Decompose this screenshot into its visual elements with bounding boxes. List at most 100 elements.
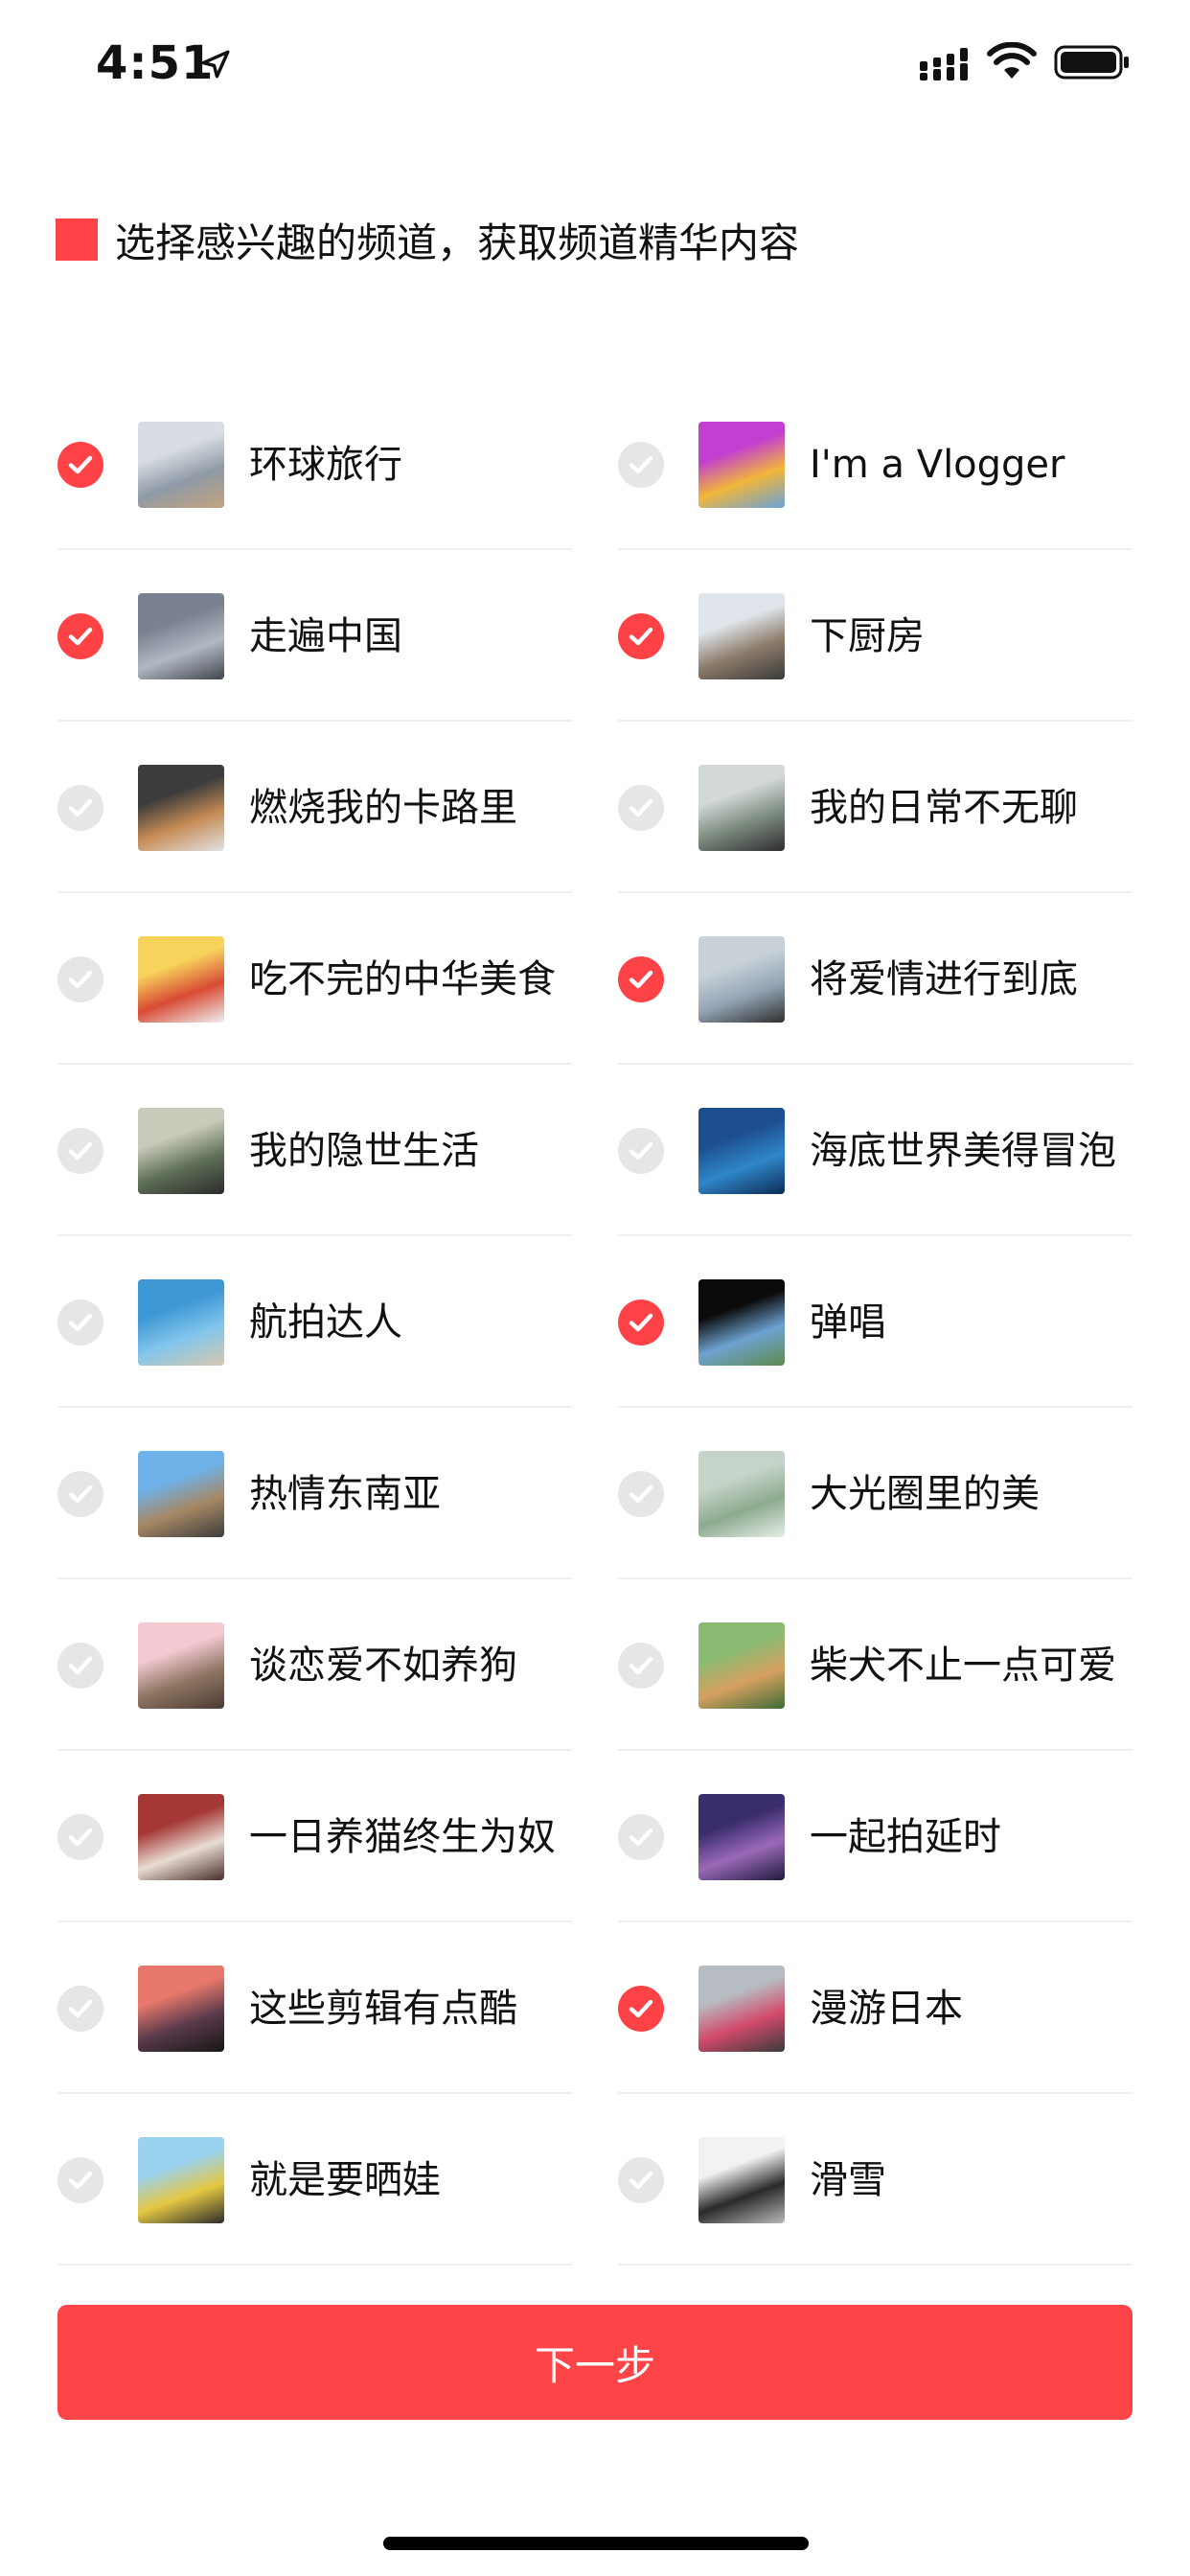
status-bar: 4:51: [0, 0, 1190, 134]
channel-item[interactable]: 一起拍延时: [618, 1751, 1133, 1922]
channel-item[interactable]: 漫游日本: [618, 1922, 1133, 2094]
channel-label: 谈恋爱不如养狗: [249, 1644, 517, 1688]
unchecked-circle-icon[interactable]: [57, 1300, 103, 1346]
channel-item[interactable]: 滑雪: [618, 2094, 1133, 2266]
checked-circle-icon[interactable]: [618, 956, 664, 1002]
channel-thumbnail: [138, 936, 224, 1023]
checked-circle-icon[interactable]: [618, 613, 664, 659]
channel-thumbnail: [698, 1451, 785, 1537]
channel-item[interactable]: 环球旅行: [57, 379, 572, 550]
channel-label: 我的隐世生活: [249, 1129, 479, 1173]
page-title-text: 选择感兴趣的频道，获取频道精华内容: [115, 218, 800, 266]
channel-label: 滑雪: [810, 2158, 886, 2202]
page-title: 选择感兴趣的频道，获取频道精华内容: [56, 215, 799, 266]
channel-label: 大光圈里的美: [810, 1472, 1040, 1516]
channel-thumbnail: [138, 1622, 224, 1709]
channel-thumbnail: [698, 936, 785, 1023]
unchecked-circle-icon[interactable]: [57, 956, 103, 1002]
unchecked-circle-icon[interactable]: [57, 1128, 103, 1174]
unchecked-circle-icon[interactable]: [57, 1643, 103, 1689]
channel-item[interactable]: 吃不完的中华美食: [57, 893, 572, 1065]
channel-label: 漫游日本: [810, 1987, 963, 2031]
channel-label: 吃不完的中华美食: [249, 957, 556, 1001]
unchecked-circle-icon[interactable]: [618, 1814, 664, 1860]
channel-label: 热情东南亚: [249, 1472, 441, 1516]
channel-item[interactable]: 我的隐世生活: [57, 1065, 572, 1236]
unchecked-circle-icon[interactable]: [57, 1814, 103, 1860]
unchecked-circle-icon[interactable]: [618, 1643, 664, 1689]
channel-thumbnail: [698, 1622, 785, 1709]
wifi-icon: [987, 42, 1037, 79]
channel-label: 环球旅行: [249, 443, 402, 487]
title-accent-square: [56, 218, 98, 261]
channel-label: 航拍达人: [249, 1300, 402, 1345]
channel-item[interactable]: 谈恋爱不如养狗: [57, 1579, 572, 1751]
channel-item[interactable]: 柴犬不止一点可爱: [618, 1579, 1133, 1751]
channel-item[interactable]: 我的日常不无聊: [618, 722, 1133, 893]
channel-label: 弹唱: [810, 1300, 886, 1345]
channel-item[interactable]: 弹唱: [618, 1236, 1133, 1408]
next-button[interactable]: 下一步: [57, 2305, 1133, 2420]
channel-item[interactable]: 将爱情进行到底: [618, 893, 1133, 1065]
channel-label: 海底世界美得冒泡: [810, 1129, 1116, 1173]
channel-item[interactable]: 一日养猫终生为奴: [57, 1751, 572, 1922]
channel-thumbnail: [138, 765, 224, 851]
channel-thumbnail: [698, 2137, 785, 2223]
channel-label: 这些剪辑有点酷: [249, 1987, 517, 2031]
home-indicator: [383, 2537, 809, 2550]
channel-label: I'm a Vlogger: [810, 443, 1065, 487]
channel-label: 将爱情进行到底: [810, 957, 1078, 1001]
channel-label: 一起拍延时: [810, 1815, 1001, 1859]
channel-thumbnail: [138, 1108, 224, 1194]
channel-label: 走遍中国: [249, 614, 402, 658]
battery-icon: [1054, 45, 1129, 80]
unchecked-circle-icon[interactable]: [618, 785, 664, 831]
channel-label: 就是要晒娃: [249, 2158, 441, 2202]
checked-circle-icon[interactable]: [57, 613, 103, 659]
channel-thumbnail: [138, 1966, 224, 2052]
channel-item[interactable]: 走遍中国: [57, 550, 572, 722]
channel-label: 我的日常不无聊: [810, 786, 1078, 830]
channel-item[interactable]: 大光圈里的美: [618, 1408, 1133, 1579]
channel-thumbnail: [698, 1794, 785, 1880]
channel-item[interactable]: 航拍达人: [57, 1236, 572, 1408]
channel-item[interactable]: 下厨房: [618, 550, 1133, 722]
channel-thumbnail: [138, 593, 224, 679]
unchecked-circle-icon[interactable]: [618, 1128, 664, 1174]
unchecked-circle-icon[interactable]: [57, 1986, 103, 2032]
unchecked-circle-icon[interactable]: [57, 1471, 103, 1517]
channel-item[interactable]: 海底世界美得冒泡: [618, 1065, 1133, 1236]
unchecked-circle-icon[interactable]: [57, 785, 103, 831]
channel-thumbnail: [138, 2137, 224, 2223]
channel-thumbnail: [138, 1279, 224, 1366]
channel-thumbnail: [698, 1966, 785, 2052]
channel-item[interactable]: I'm a Vlogger: [618, 379, 1133, 550]
location-arrow-icon: [201, 50, 230, 79]
cellular-signal-icon: [920, 48, 968, 80]
channel-thumbnail: [138, 422, 224, 508]
checked-circle-icon[interactable]: [618, 1986, 664, 2032]
unchecked-circle-icon[interactable]: [618, 1471, 664, 1517]
channel-item[interactable]: 燃烧我的卡路里: [57, 722, 572, 893]
channel-item[interactable]: 热情东南亚: [57, 1408, 572, 1579]
unchecked-circle-icon[interactable]: [618, 2157, 664, 2203]
unchecked-circle-icon[interactable]: [57, 2157, 103, 2203]
channel-label: 柴犬不止一点可爱: [810, 1644, 1116, 1688]
channel-thumbnail: [138, 1794, 224, 1880]
channel-label: 燃烧我的卡路里: [249, 786, 517, 830]
channel-item[interactable]: 这些剪辑有点酷: [57, 1922, 572, 2094]
unchecked-circle-icon[interactable]: [618, 442, 664, 488]
status-time: 4:51: [96, 36, 215, 90]
channel-label: 下厨房: [810, 614, 925, 658]
channel-thumbnail: [698, 1279, 785, 1366]
channel-item[interactable]: 就是要晒娃: [57, 2094, 572, 2266]
channel-thumbnail: [698, 422, 785, 508]
channel-thumbnail: [698, 765, 785, 851]
checked-circle-icon[interactable]: [57, 442, 103, 488]
channel-label: 一日养猫终生为奴: [249, 1815, 556, 1859]
channel-thumbnail: [698, 1108, 785, 1194]
channel-thumbnail: [698, 593, 785, 679]
checked-circle-icon[interactable]: [618, 1300, 664, 1346]
channel-grid: 环球旅行 I'm a Vlogger 走遍中国 下厨房燃烧我的卡路里 我的日常不无聊吃不…: [57, 379, 1133, 2266]
channel-thumbnail: [138, 1451, 224, 1537]
